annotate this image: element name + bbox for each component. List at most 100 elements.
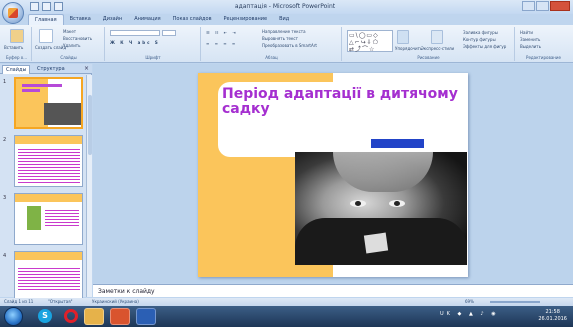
maximize-button[interactable]	[536, 1, 549, 11]
replace-button[interactable]: Заменить	[520, 37, 540, 42]
layout-button[interactable]: Макет	[63, 29, 76, 34]
tab-slides[interactable]: Слайды	[2, 65, 31, 74]
slide-editor: Період адаптації в дитячому садку	[93, 64, 573, 283]
find-button[interactable]: Найти	[520, 30, 533, 35]
text-direction-button[interactable]: Направление текста	[262, 29, 306, 34]
explorer-icon[interactable]	[84, 308, 104, 325]
close-button[interactable]	[550, 1, 570, 11]
clock[interactable]: 21:58 26.01.2016	[538, 309, 567, 323]
photo-eye	[389, 200, 405, 207]
slide-number: 1	[3, 79, 7, 85]
slide-title[interactable]: Період адаптації в дитячому садку	[222, 87, 462, 117]
slides-group-label: Слайды	[60, 55, 77, 60]
slide-thumbnail[interactable]	[14, 77, 83, 129]
font-format-buttons[interactable]: Ж К Ч abc S	[110, 40, 160, 45]
office-button[interactable]	[2, 2, 24, 24]
tab-outline[interactable]: Структура	[34, 65, 68, 74]
child-photo[interactable]	[295, 152, 467, 265]
slide-counter: Слайд 1 из 11	[4, 299, 34, 304]
align-text-button[interactable]: Выровнять текст	[262, 36, 298, 41]
window-controls	[522, 1, 570, 11]
arrange-label[interactable]: Упорядочить	[395, 46, 422, 51]
slide-thumbnail[interactable]	[14, 193, 83, 245]
start-button[interactable]	[4, 307, 23, 326]
system-tray[interactable]: UK ◆ ▲ ♪ ◉	[440, 311, 499, 317]
create-slide-label[interactable]: Создать слайд	[35, 45, 66, 50]
status-bar: Слайд 1 из 11 "Открытая" Украинский (Укр…	[0, 298, 573, 306]
undo-icon[interactable]	[42, 2, 51, 11]
slides-panel: Слайды Структура × 1 2 3 4	[0, 64, 92, 303]
clipboard-group-label: Буфер о...	[5, 55, 28, 60]
title-bar: адаптація - Microsoft PowerPoint	[0, 0, 573, 14]
language-indicator[interactable]: UK	[440, 311, 453, 317]
quick-styles-label[interactable]: Экспресс-стили	[421, 46, 454, 51]
drawing-group-label: Рисование	[417, 55, 440, 60]
arrange-icon[interactable]	[397, 30, 409, 44]
panel-scrollbar[interactable]	[86, 75, 92, 297]
tab-design[interactable]: Дизайн	[97, 14, 128, 25]
panel-tabs: Слайды Структура ×	[0, 64, 92, 74]
redo-icon[interactable]	[54, 2, 63, 11]
ribbon-tabs: Главная Вставка Дизайн Анимация Показ сл…	[28, 14, 295, 25]
minimize-button[interactable]	[522, 1, 535, 11]
paste-icon[interactable]	[10, 29, 24, 43]
powerpoint-icon[interactable]	[110, 308, 130, 325]
zoom-level[interactable]: 69%	[465, 298, 474, 306]
office-logo-icon	[8, 8, 18, 18]
tab-animation[interactable]: Анимация	[128, 14, 166, 25]
font-size-input[interactable]	[162, 30, 176, 36]
reset-button[interactable]: Восстановить	[63, 36, 92, 41]
ribbon: Вставить Буфер о... Создать слайд Макет …	[0, 25, 573, 63]
font-group: Ж К Ч abc S Шрифт	[106, 27, 201, 61]
drawing-group: ▭\◯▭◇ △⌐↪⇩⬠ ⇄⤴⌒☆ Упорядочить Экспресс-ст…	[343, 27, 515, 61]
slide-number: 3	[3, 195, 7, 201]
paragraph-group: ☰ ☷ ⇤ ⇥ Направление текста Выровнять тек…	[202, 27, 342, 61]
editing-group: Найти Заменить Выделить Редактирование	[516, 27, 571, 61]
save-icon[interactable]	[30, 2, 39, 11]
tab-home[interactable]: Главная	[28, 14, 64, 25]
slide-number: 4	[3, 253, 7, 259]
clock-date: 26.01.2016	[538, 316, 567, 322]
editing-group-label: Редактирование	[526, 55, 561, 60]
slide-thumbnail[interactable]	[14, 135, 83, 187]
paragraph-group-label: Абзац	[265, 55, 278, 60]
align-buttons[interactable]: ≡ ≡ ≡ ≡	[206, 41, 237, 46]
skype-icon[interactable]: S	[38, 309, 52, 323]
tab-slideshow[interactable]: Показ слайдов	[167, 14, 218, 25]
tab-review[interactable]: Рецензирование	[218, 14, 274, 25]
select-button[interactable]: Выделить	[520, 44, 541, 49]
quick-styles-icon[interactable]	[431, 30, 443, 44]
paste-label: Вставить	[4, 45, 24, 50]
list-buttons[interactable]: ☰ ☷ ⇤ ⇥	[206, 30, 238, 35]
shapes-gallery[interactable]: ▭\◯▭◇ △⌐↪⇩⬠ ⇄⤴⌒☆	[347, 30, 393, 53]
taskbar: S UK ◆ ▲ ♪ ◉ 21:58 26.01.2016	[0, 306, 573, 327]
zoom-slider[interactable]	[490, 301, 540, 303]
current-slide[interactable]: Період адаптації в дитячому садку	[198, 73, 468, 277]
photo-tag	[363, 232, 389, 254]
clipboard-group: Вставить Буфер о...	[2, 27, 32, 61]
word-icon[interactable]	[136, 308, 156, 325]
clock-time: 21:58	[545, 309, 560, 315]
opera-icon[interactable]	[64, 309, 78, 323]
shape-effects-button[interactable]: Эффекты для фигур	[463, 44, 506, 49]
font-name-input[interactable]	[110, 30, 160, 36]
theme-name: "Открытая"	[48, 299, 73, 304]
quick-access-toolbar	[30, 2, 63, 12]
new-slide-icon[interactable]	[39, 29, 53, 43]
shape-fill-button[interactable]: Заливка фигуры	[463, 30, 498, 35]
shape-outline-button[interactable]: Контур фигуры	[463, 37, 496, 42]
notes-pane[interactable]: Заметки к слайду	[93, 284, 573, 297]
tab-insert[interactable]: Вставка	[64, 14, 97, 25]
slides-group: Создать слайд Макет Восстановить Удалить…	[33, 27, 105, 61]
photo-eye	[350, 200, 366, 207]
smartart-button[interactable]: Преобразовать в SmartArt	[262, 43, 317, 48]
close-panel-icon[interactable]: ×	[84, 65, 89, 72]
slide-number: 2	[3, 137, 7, 143]
tab-view[interactable]: Вид	[273, 14, 295, 25]
slide-thumbnail[interactable]	[14, 251, 83, 303]
scrollbar-thumb[interactable]	[88, 95, 92, 155]
language-indicator[interactable]: Украинский (Украина)	[92, 298, 139, 306]
delete-button[interactable]: Удалить	[63, 43, 81, 48]
photo-hair	[333, 152, 433, 192]
font-group-label: Шрифт	[145, 55, 161, 60]
